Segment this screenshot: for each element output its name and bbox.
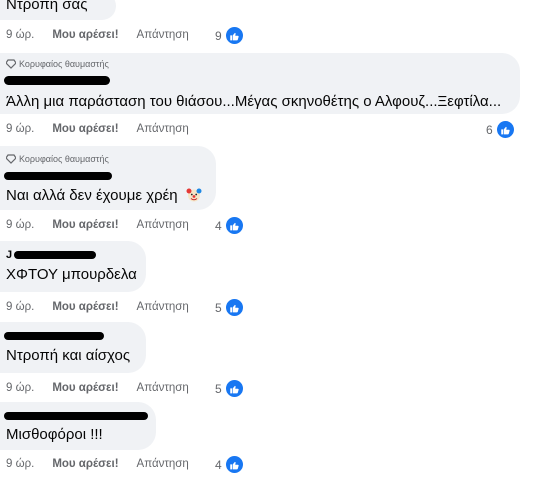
- top-fan-badge: Κορυφαίος θαυμαστής: [6, 154, 109, 164]
- redacted-author-name: [4, 172, 112, 180]
- reaction-count[interactable]: 4: [215, 216, 244, 235]
- reply-button[interactable]: Απάντηση: [137, 29, 189, 41]
- author-name-fragment[interactable]: J: [6, 249, 12, 261]
- top-fan-label: Κορυφαίος θαυμαστής: [19, 59, 109, 69]
- comments-thread: Ντροπή σας 9 ώρ. Μου αρέσει! Απάντηση 9 …: [0, 0, 536, 477]
- comment-text-content: Ναι αλλά δεν έχουμε χρέη: [6, 187, 178, 204]
- comment-text: Άλλη μια παράσταση του θιάσου...Μέγας σκ…: [6, 93, 502, 110]
- like-icon: [224, 379, 244, 398]
- comment-actions: 9 ώρ. Μου αρέσει! Απάντηση: [6, 29, 189, 41]
- comment-actions: 9 ώρ. Μου αρέσει! Απάντηση: [6, 458, 189, 470]
- redacted-author-name: [14, 251, 96, 259]
- like-button[interactable]: Μου αρέσει!: [52, 123, 118, 135]
- reaction-number: 5: [215, 300, 222, 315]
- comment-bubble: Κορυφαίος θαυμαστής Ναι αλλά δεν έχουμε …: [0, 146, 216, 210]
- comment-bubble: J ΧΦΤΟΥ μπουρδελα: [0, 241, 146, 292]
- comment-timestamp[interactable]: 9 ώρ.: [6, 219, 34, 231]
- comment-text: Ντροπή και αίσχος: [6, 347, 131, 364]
- comment-timestamp[interactable]: 9 ώρ.: [6, 123, 34, 135]
- comment-text: Ντροπή σας: [6, 0, 88, 13]
- comment-bubble: Μισθοφόροι !!!: [0, 402, 156, 450]
- reply-button[interactable]: Απάντηση: [137, 458, 189, 470]
- reaction-count[interactable]: 9: [215, 26, 244, 45]
- redacted-author-name: [4, 412, 148, 420]
- top-fan-badge: Κορυφαίος θαυμαστής: [6, 59, 109, 69]
- like-icon: [224, 216, 244, 235]
- like-button[interactable]: Μου αρέσει!: [52, 219, 118, 231]
- comment-actions: 9 ώρ. Μου αρέσει! Απάντηση: [6, 123, 189, 135]
- comment-bubble: Ντροπή σας: [0, 0, 116, 20]
- redacted-author-name: [4, 332, 104, 340]
- like-button[interactable]: Μου αρέσει!: [52, 301, 118, 313]
- reply-button[interactable]: Απάντηση: [137, 219, 189, 231]
- comment-timestamp[interactable]: 9 ώρ.: [6, 29, 34, 41]
- reaction-count[interactable]: 6: [486, 120, 515, 139]
- reply-button[interactable]: Απάντηση: [137, 301, 189, 313]
- clown-face-icon: [186, 188, 202, 202]
- top-fan-label: Κορυφαίος θαυμαστής: [19, 154, 109, 164]
- comment-actions: 9 ώρ. Μου αρέσει! Απάντηση: [6, 382, 189, 394]
- reaction-number: 4: [215, 457, 222, 472]
- like-icon: [224, 455, 244, 474]
- reaction-count[interactable]: 4: [215, 455, 244, 474]
- reaction-count[interactable]: 5: [215, 379, 244, 398]
- reaction-number: 9: [215, 28, 222, 43]
- like-button[interactable]: Μου αρέσει!: [52, 29, 118, 41]
- comment-bubble: Ντροπή και αίσχος: [0, 322, 146, 373]
- comment-actions: 9 ώρ. Μου αρέσει! Απάντηση: [6, 301, 189, 313]
- reaction-number: 4: [215, 218, 222, 233]
- comment-timestamp[interactable]: 9 ώρ.: [6, 382, 34, 394]
- diamond-icon: [6, 154, 16, 164]
- comment-text: ΧΦΤΟΥ μπουρδελα: [6, 266, 137, 283]
- like-icon: [224, 26, 244, 45]
- comment-actions: 9 ώρ. Μου αρέσει! Απάντηση: [6, 219, 189, 231]
- comment-text: Μισθοφόροι !!!: [6, 426, 103, 443]
- comment-bubble: Κορυφαίος θαυμαστής Άλλη μια παράσταση τ…: [0, 53, 520, 114]
- comment-text: Ναι αλλά δεν έχουμε χρέη: [6, 187, 202, 204]
- reply-button[interactable]: Απάντηση: [137, 123, 189, 135]
- comment-timestamp[interactable]: 9 ώρ.: [6, 458, 34, 470]
- like-icon: [495, 120, 515, 139]
- reaction-number: 6: [486, 122, 493, 137]
- diamond-icon: [6, 59, 16, 69]
- like-button[interactable]: Μου αρέσει!: [52, 458, 118, 470]
- like-button[interactable]: Μου αρέσει!: [52, 382, 118, 394]
- comment-timestamp[interactable]: 9 ώρ.: [6, 301, 34, 313]
- like-icon: [224, 298, 244, 317]
- redacted-author-name: [4, 76, 110, 85]
- reply-button[interactable]: Απάντηση: [137, 382, 189, 394]
- reaction-count[interactable]: 5: [215, 298, 244, 317]
- reaction-number: 5: [215, 381, 222, 396]
